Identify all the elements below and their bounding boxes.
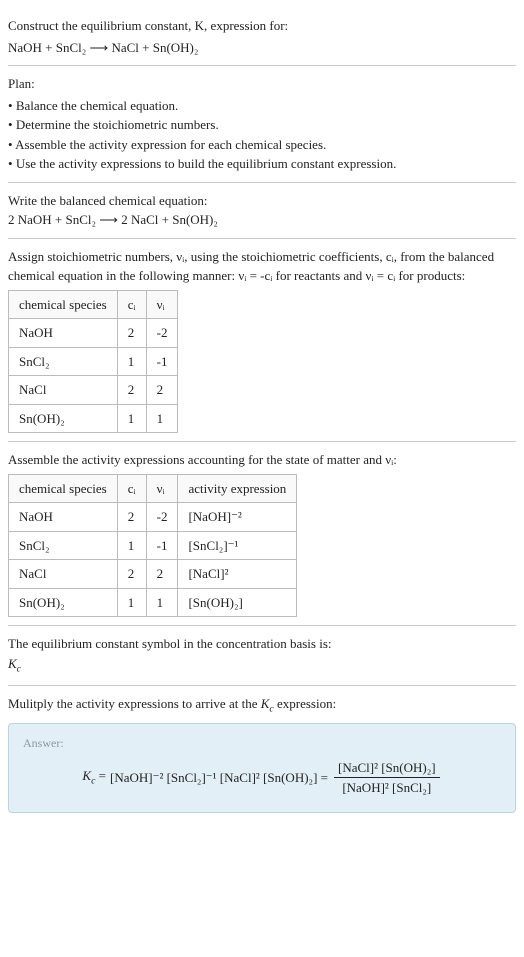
table-header-row: chemical species cᵢ νᵢ activity expressi… bbox=[9, 474, 297, 503]
cell-ci: 1 bbox=[117, 588, 146, 617]
cell-expr: [SnCl₂]⁻¹ bbox=[178, 531, 297, 560]
activity-section: Assemble the activity expressions accoun… bbox=[8, 442, 516, 626]
cell-vi: 2 bbox=[146, 376, 178, 405]
cell-species: NaCl bbox=[9, 560, 118, 589]
cell-species: SnCl₂ bbox=[9, 347, 118, 376]
plan-section: Plan: Balance the chemical equation. Det… bbox=[8, 66, 516, 183]
stoich-intro: Assign stoichiometric numbers, νᵢ, using… bbox=[8, 247, 516, 286]
cell-vi: -2 bbox=[146, 319, 178, 348]
plan-item: Use the activity expressions to build th… bbox=[8, 154, 516, 174]
activity-table: chemical species cᵢ νᵢ activity expressi… bbox=[8, 474, 297, 618]
cell-species: SnCl₂ bbox=[9, 531, 118, 560]
cell-ci: 2 bbox=[117, 503, 146, 532]
kc-flat: [NaOH]⁻² [SnCl₂]⁻¹ [NaCl]² [Sn(OH)₂] = bbox=[110, 768, 328, 788]
table-row: Sn(OH)₂ 1 1 bbox=[9, 404, 178, 433]
col-species: chemical species bbox=[9, 474, 118, 503]
kc-lhs: Kc = bbox=[82, 766, 106, 789]
kc-denominator: [NaOH]² [SnCl₂] bbox=[334, 778, 440, 798]
cell-expr: [NaOH]⁻² bbox=[178, 503, 297, 532]
kc-symbol-line1: The equilibrium constant symbol in the c… bbox=[8, 634, 516, 654]
col-ci: cᵢ bbox=[117, 474, 146, 503]
table-row: NaCl 2 2 bbox=[9, 376, 178, 405]
table-row: NaCl 2 2 [NaCl]² bbox=[9, 560, 297, 589]
cell-species: Sn(OH)₂ bbox=[9, 588, 118, 617]
activity-intro: Assemble the activity expressions accoun… bbox=[8, 450, 516, 470]
plan-item: Assemble the activity expression for eac… bbox=[8, 135, 516, 155]
cell-species: Sn(OH)₂ bbox=[9, 404, 118, 433]
prompt-label: Construct the equilibrium constant, K, e… bbox=[8, 18, 288, 33]
answer-label: Answer: bbox=[23, 734, 501, 752]
cell-vi: 1 bbox=[146, 588, 178, 617]
multiply-intro: Mulitply the activity expressions to arr… bbox=[8, 694, 516, 717]
answer-box: Answer: Kc = [NaOH]⁻² [SnCl₂]⁻¹ [NaCl]² … bbox=[8, 723, 516, 813]
cell-species: NaOH bbox=[9, 503, 118, 532]
col-species: chemical species bbox=[9, 290, 118, 319]
table-row: SnCl₂ 1 -1 bbox=[9, 347, 178, 376]
prompt-text: Construct the equilibrium constant, K, e… bbox=[8, 16, 516, 36]
col-ci: cᵢ bbox=[117, 290, 146, 319]
multiply-section: Mulitply the activity expressions to arr… bbox=[8, 686, 516, 821]
kc-fraction: [NaCl]² [Sn(OH)₂] [NaOH]² [SnCl₂] bbox=[334, 758, 440, 798]
kc-numerator: [NaCl]² [Sn(OH)₂] bbox=[334, 758, 440, 779]
kc-symbol: Kc bbox=[8, 654, 516, 677]
cell-expr: [Sn(OH)₂] bbox=[178, 588, 297, 617]
cell-species: NaCl bbox=[9, 376, 118, 405]
table-row: NaOH 2 -2 bbox=[9, 319, 178, 348]
table-header-row: chemical species cᵢ νᵢ bbox=[9, 290, 178, 319]
stoich-table: chemical species cᵢ νᵢ NaOH 2 -2 SnCl₂ 1… bbox=[8, 290, 178, 434]
col-vi: νᵢ bbox=[146, 474, 178, 503]
table-row: NaOH 2 -2 [NaOH]⁻² bbox=[9, 503, 297, 532]
cell-vi: 1 bbox=[146, 404, 178, 433]
table-row: Sn(OH)₂ 1 1 [Sn(OH)₂] bbox=[9, 588, 297, 617]
balanced-title: Write the balanced chemical equation: bbox=[8, 191, 516, 211]
cell-species: NaOH bbox=[9, 319, 118, 348]
cell-ci: 1 bbox=[117, 347, 146, 376]
plan-item: Balance the chemical equation. bbox=[8, 96, 516, 116]
cell-vi: -1 bbox=[146, 347, 178, 376]
cell-ci: 1 bbox=[117, 531, 146, 560]
plan-title: Plan: bbox=[8, 74, 516, 94]
cell-ci: 2 bbox=[117, 319, 146, 348]
cell-vi: -2 bbox=[146, 503, 178, 532]
cell-vi: 2 bbox=[146, 560, 178, 589]
kc-expression: Kc = [NaOH]⁻² [SnCl₂]⁻¹ [NaCl]² [Sn(OH)₂… bbox=[23, 758, 501, 798]
plan-item: Determine the stoichiometric numbers. bbox=[8, 115, 516, 135]
table-row: SnCl₂ 1 -1 [SnCl₂]⁻¹ bbox=[9, 531, 297, 560]
unbalanced-equation: NaOH + SnCl₂ ⟶ NaCl + Sn(OH)₂ bbox=[8, 38, 516, 58]
cell-vi: -1 bbox=[146, 531, 178, 560]
plan-list: Balance the chemical equation. Determine… bbox=[8, 96, 516, 174]
kc-symbol-section: The equilibrium constant symbol in the c… bbox=[8, 626, 516, 686]
cell-ci: 2 bbox=[117, 376, 146, 405]
balanced-equation: 2 NaOH + SnCl₂ ⟶ 2 NaCl + Sn(OH)₂ bbox=[8, 210, 516, 230]
prompt-section: Construct the equilibrium constant, K, e… bbox=[8, 8, 516, 66]
stoich-section: Assign stoichiometric numbers, νᵢ, using… bbox=[8, 239, 516, 443]
cell-expr: [NaCl]² bbox=[178, 560, 297, 589]
cell-ci: 1 bbox=[117, 404, 146, 433]
cell-ci: 2 bbox=[117, 560, 146, 589]
col-expr: activity expression bbox=[178, 474, 297, 503]
balanced-section: Write the balanced chemical equation: 2 … bbox=[8, 183, 516, 239]
col-vi: νᵢ bbox=[146, 290, 178, 319]
